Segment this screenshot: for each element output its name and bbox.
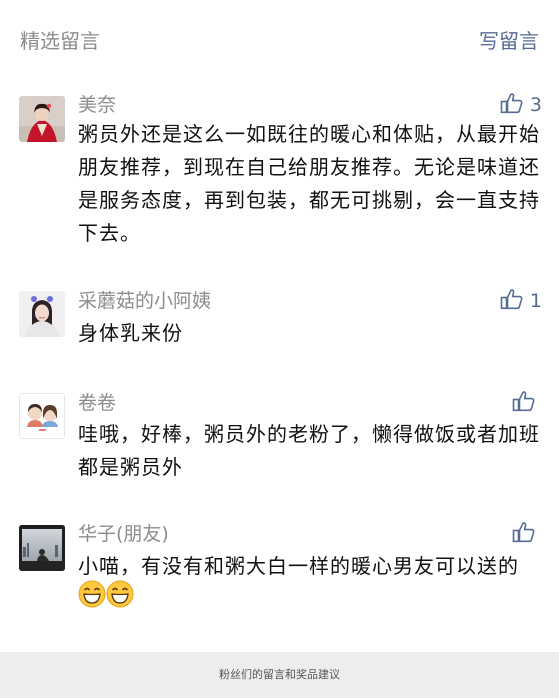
comment-text-content: 小喵，有没有和粥大白一样的暖心男友可以送的 xyxy=(78,554,519,578)
comments-panel: 精选留言 写留言 美奈 3 粥员外还是这么一如既往的暖心和体贴，从最开始朋友推荐… xyxy=(0,0,559,652)
like-count: 3 xyxy=(529,94,542,116)
thumbs-up-icon xyxy=(512,390,536,416)
grinning-face-emoji-icon xyxy=(78,580,106,618)
image-caption: 粉丝们的留言和奖品建议 xyxy=(219,668,340,681)
comment-text: 身体乳来份 xyxy=(78,321,183,345)
avatar[interactable] xyxy=(19,96,65,142)
write-comment-link[interactable]: 写留言 xyxy=(479,27,539,55)
comment-text: 小喵，有没有和粥大白一样的暖心男友可以送的 xyxy=(78,550,543,618)
comment-text: 哇哦，好棒，粥员外的老粉了，懒得做饭或者加班都是粥员外 xyxy=(78,422,540,479)
like-button[interactable] xyxy=(512,390,542,416)
comment-text: 粥员外还是这么一如既往的暖心和体贴，从最开始朋友推荐，到现在自己给朋友推荐。无论… xyxy=(78,122,540,245)
avatar[interactable] xyxy=(19,525,65,571)
comments-header: 精选留言 写留言 xyxy=(0,0,559,80)
featured-comments-title: 精选留言 xyxy=(20,29,100,53)
thumbs-up-icon xyxy=(512,521,536,547)
like-button[interactable]: 1 xyxy=(500,288,542,314)
thumbs-up-icon xyxy=(500,288,524,314)
commenter-name: 华子(朋友) xyxy=(78,523,169,545)
like-count: 1 xyxy=(529,290,542,312)
grinning-face-emoji-icon xyxy=(106,580,134,618)
like-button[interactable]: 3 xyxy=(500,92,542,118)
avatar[interactable] xyxy=(19,393,65,439)
avatar[interactable] xyxy=(19,291,65,337)
commenter-name: 美奈 xyxy=(78,94,117,116)
commenter-name: 采蘑菇的小阿姨 xyxy=(78,290,212,312)
commenter-name: 卷卷 xyxy=(78,392,117,414)
like-button[interactable] xyxy=(512,521,542,547)
thumbs-up-icon xyxy=(500,92,524,118)
